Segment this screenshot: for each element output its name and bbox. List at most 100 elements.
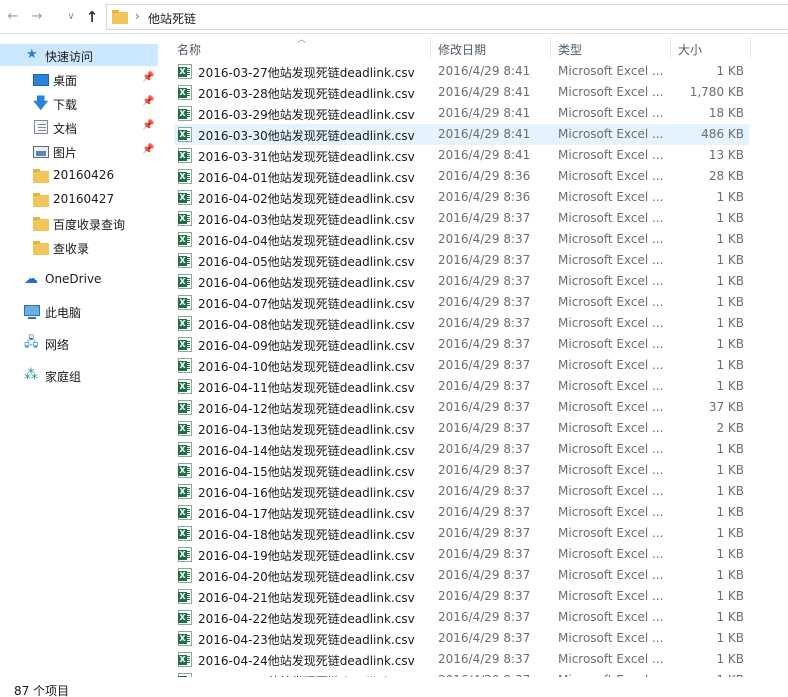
sidebar-item-folder-check-index[interactable]: 查收录 bbox=[0, 236, 158, 258]
forward-button[interactable]: → bbox=[28, 8, 46, 26]
file-modified-date: 2016/4/29 8:41 bbox=[438, 64, 531, 78]
sidebar-item-label: 快速访问 bbox=[45, 50, 94, 64]
file-type: Microsoft Excel ... bbox=[558, 127, 664, 141]
file-row[interactable]: 2016-04-18他站发现死链deadlink.csv 2016/4/29 8:… bbox=[174, 523, 749, 544]
chevron-right-icon[interactable]: › bbox=[135, 9, 140, 23]
sidebar-item-desktop[interactable]: 桌面 📌 bbox=[0, 68, 158, 90]
file-modified-date: 2016/4/29 8:37 bbox=[438, 673, 548, 677]
column-header-date[interactable]: 修改日期 bbox=[438, 41, 486, 58]
file-type: Microsoft Excel ... bbox=[558, 274, 664, 288]
file-row[interactable]: 2016-04-19他站发现死链deadlink.csv 2016/4/29 8:… bbox=[174, 544, 749, 565]
file-row[interactable]: 2016-04-14他站发现死链deadlink.csv 2016/4/29 8:… bbox=[174, 439, 749, 460]
column-divider[interactable] bbox=[430, 37, 431, 59]
sidebar-item-homegroup[interactable]: ⁂ 家庭组 bbox=[0, 364, 158, 386]
file-type: Microsoft Excel ... bbox=[558, 652, 664, 666]
file-row[interactable]: 2016-04-04他站发现死链deadlink.csv 2016/4/29 8:… bbox=[174, 229, 749, 250]
sidebar-item-folder-20160427[interactable]: 20160427 bbox=[0, 188, 158, 210]
sidebar-item-this-pc[interactable]: 此电脑 bbox=[0, 300, 158, 322]
sidebar-item-downloads[interactable]: 🡇 下载 📌 bbox=[0, 92, 158, 114]
file-row[interactable]: 2016-04-02他站发现死链deadlink.csv 2016/4/29 8:… bbox=[174, 187, 749, 208]
file-size: 1 KB bbox=[716, 610, 744, 624]
file-row[interactable]: 2016-04-05他站发现死链deadlink.csv 2016/4/29 8:… bbox=[174, 250, 749, 271]
sidebar-item-label: 图片 bbox=[53, 146, 78, 160]
file-row[interactable]: 2016-04-13他站发现死链deadlink.csv 2016/4/29 8:… bbox=[174, 418, 749, 439]
column-header-size[interactable]: 大小 bbox=[678, 41, 702, 58]
excel-csv-file-icon bbox=[178, 631, 192, 646]
file-name: 2016-04-23他站发现死链deadlink.csv bbox=[198, 633, 415, 647]
file-modified-date: 2016/4/29 8:41 bbox=[438, 85, 531, 99]
column-divider[interactable] bbox=[670, 37, 671, 59]
file-row[interactable]: 2016-04-01他站发现死链deadlink.csv 2016/4/29 8:… bbox=[174, 166, 749, 187]
file-modified-date: 2016/4/29 8:37 bbox=[438, 442, 531, 456]
up-button[interactable]: ↑ bbox=[83, 8, 101, 26]
file-row[interactable]: 2016-04-06他站发现死链deadlink.csv 2016/4/29 8:… bbox=[174, 271, 749, 292]
file-name: 2016-04-20他站发现死链deadlink.csv bbox=[198, 570, 415, 584]
file-size: 1 KB bbox=[716, 442, 744, 456]
cloud-icon: ☁ bbox=[24, 271, 38, 287]
file-modified-date: 2016/4/29 8:37 bbox=[438, 463, 531, 477]
sidebar-item-documents[interactable]: 文档 📌 bbox=[0, 116, 158, 138]
file-modified-date: 2016/4/29 8:37 bbox=[438, 358, 531, 372]
column-divider[interactable] bbox=[750, 37, 751, 59]
file-name: 2016-04-17他站发现死链deadlink.csv bbox=[198, 507, 415, 521]
file-name: 2016-04-15他站发现死链deadlink.csv bbox=[198, 465, 415, 479]
sidebar-item-network[interactable]: 🖧 网络 bbox=[0, 332, 158, 354]
file-row[interactable]: 2016-03-28他站发现死链deadlink.csv 2016/4/29 8:… bbox=[174, 82, 749, 103]
file-row[interactable]: 2016-04-09他站发现死链deadlink.csv 2016/4/29 8:… bbox=[174, 334, 749, 355]
file-row[interactable]: 2016-04-17他站发现死链deadlink.csv 2016/4/29 8:… bbox=[174, 502, 749, 523]
file-type: Microsoft Excel ... bbox=[558, 232, 664, 246]
column-header-name[interactable]: 名称 bbox=[177, 41, 201, 58]
network-icon: 🖧 bbox=[24, 335, 39, 350]
file-size: 2 KB bbox=[716, 421, 744, 435]
file-row[interactable]: 2016-04-24他站发现死链deadlink.csv 2016/4/29 8:… bbox=[174, 649, 749, 670]
file-size: 1 KB bbox=[716, 190, 744, 204]
file-row[interactable]: 2016-04-22他站发现死链deadlink.csv 2016/4/29 8:… bbox=[174, 607, 749, 628]
column-divider[interactable] bbox=[550, 37, 551, 59]
back-button[interactable]: ← bbox=[4, 8, 22, 26]
file-row[interactable]: 2016-04-16他站发现死链deadlink.csv 2016/4/29 8:… bbox=[174, 481, 749, 502]
file-modified-date: 2016/4/29 8:37 bbox=[438, 652, 531, 666]
file-name: 2016-04-02他站发现死链deadlink.csv bbox=[198, 192, 415, 206]
excel-csv-file-icon bbox=[178, 547, 192, 562]
file-name: 2016-03-27他站发现死链deadlink.csv bbox=[198, 66, 415, 80]
file-row[interactable]: 2016-04-07他站发现死链deadlink.csv 2016/4/29 8:… bbox=[174, 292, 749, 313]
file-size: 1 KB bbox=[716, 463, 744, 477]
column-header-type[interactable]: 类型 bbox=[558, 41, 582, 58]
file-row[interactable]: 2016-04-25他站发现死链deadlink.csv 2016/4/29 8:… bbox=[174, 670, 749, 677]
file-size: 1,780 KB bbox=[689, 85, 744, 99]
file-modified-date: 2016/4/29 8:37 bbox=[438, 568, 531, 582]
file-row[interactable]: 2016-04-20他站发现死链deadlink.csv 2016/4/29 8:… bbox=[174, 565, 749, 586]
recent-locations-button[interactable]: ∨ bbox=[62, 8, 80, 26]
sidebar-item-pictures[interactable]: 图片 📌 bbox=[0, 140, 158, 162]
file-row[interactable]: 2016-04-08他站发现死链deadlink.csv 2016/4/29 8:… bbox=[174, 313, 749, 334]
sidebar-item-folder-baidu-index-query[interactable]: 百度收录查询 bbox=[0, 212, 158, 234]
file-row[interactable]: 2016-04-11他站发现死链deadlink.csv 2016/4/29 8:… bbox=[174, 376, 749, 397]
file-size: 486 KB bbox=[701, 127, 744, 141]
sidebar-item-quick-access[interactable]: ★ 快速访问 bbox=[0, 44, 158, 66]
file-row[interactable]: 2016-04-12他站发现死链deadlink.csv 2016/4/29 8:… bbox=[174, 397, 749, 418]
breadcrumb-current-folder[interactable]: 他站死链 bbox=[148, 10, 196, 27]
file-row[interactable]: 2016-03-29他站发现死链deadlink.csv 2016/4/29 8:… bbox=[174, 103, 749, 124]
file-type: Microsoft Excel ... bbox=[558, 400, 664, 414]
file-size: 18 KB bbox=[708, 106, 744, 120]
folder-icon bbox=[112, 10, 128, 24]
file-size: 1 KB bbox=[716, 316, 744, 330]
file-row[interactable]: 2016-04-23他站发现死链deadlink.csv 2016/4/29 8:… bbox=[174, 628, 749, 649]
file-type: Microsoft Excel ... bbox=[558, 106, 664, 120]
file-name: 2016-04-03他站发现死链deadlink.csv bbox=[198, 213, 415, 227]
file-row[interactable]: 2016-04-03他站发现死链deadlink.csv 2016/4/29 8:… bbox=[174, 208, 749, 229]
sidebar-item-onedrive[interactable]: ☁ OneDrive bbox=[0, 268, 158, 290]
file-modified-date: 2016/4/29 8:36 bbox=[438, 190, 531, 204]
sidebar-item-folder-20160426[interactable]: 20160426 bbox=[0, 164, 158, 186]
file-type: Microsoft Excel ... bbox=[558, 379, 664, 393]
file-row[interactable]: 2016-04-15他站发现死链deadlink.csv 2016/4/29 8:… bbox=[174, 460, 749, 481]
file-row[interactable]: 2016-03-27他站发现死链deadlink.csv 2016/4/29 8:… bbox=[174, 61, 749, 82]
sidebar-item-label: 查收录 bbox=[53, 242, 90, 256]
file-row[interactable]: 2016-04-21他站发现死链deadlink.csv 2016/4/29 8:… bbox=[174, 586, 749, 607]
file-row[interactable]: 2016-04-10他站发现死链deadlink.csv 2016/4/29 8:… bbox=[174, 355, 749, 376]
address-field[interactable]: › 他站死链 bbox=[106, 4, 788, 30]
file-row[interactable]: 2016-03-30他站发现死链deadlink.csv 2016/4/29 8:… bbox=[174, 124, 749, 145]
pictures-icon bbox=[33, 146, 49, 158]
file-row[interactable]: 2016-03-31他站发现死链deadlink.csv 2016/4/29 8:… bbox=[174, 145, 749, 166]
file-name: 2016-04-12他站发现死链deadlink.csv bbox=[198, 402, 415, 416]
